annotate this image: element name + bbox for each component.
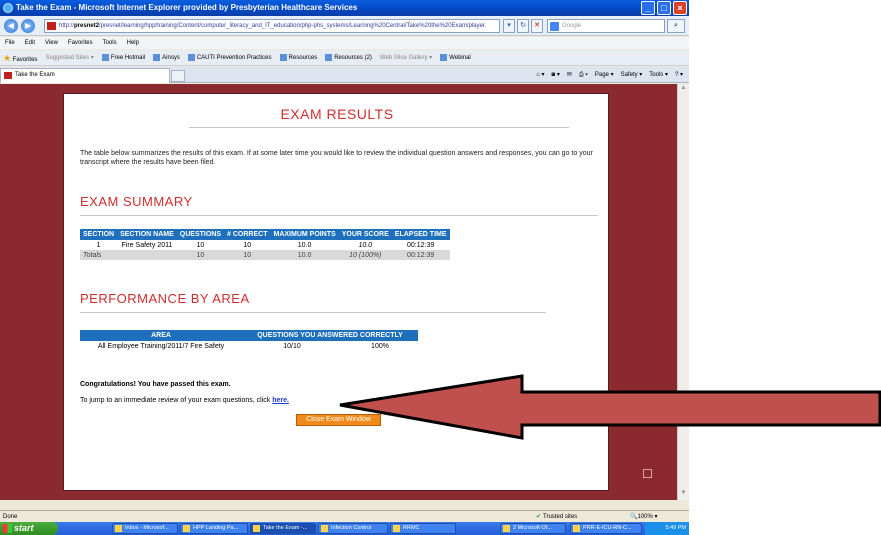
annotation-arrow-overlay (339, 374, 881, 440)
annotation-arrow-icon (339, 374, 881, 440)
